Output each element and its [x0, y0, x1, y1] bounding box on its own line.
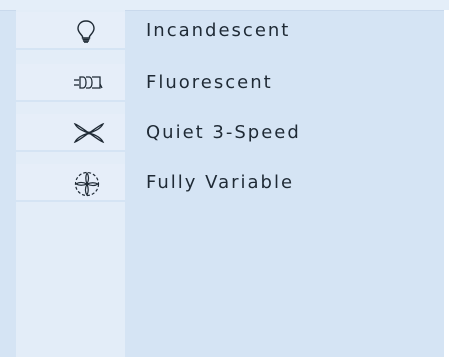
options-panel: Incandescent Fluorescent Quiet 3-Speed F…: [0, 0, 449, 357]
option-label: Incandescent: [146, 20, 291, 41]
option-quiet-3-speed[interactable]: Quiet 3-Speed: [16, 114, 444, 152]
icon-cell: [16, 64, 125, 102]
option-label: Quiet 3-Speed: [146, 122, 301, 143]
option-label: Fluorescent: [146, 72, 273, 93]
option-incandescent[interactable]: Incandescent: [16, 12, 444, 50]
light-bulb-icon: [73, 18, 99, 44]
option-fully-variable[interactable]: Fully Variable: [16, 164, 444, 202]
right-edge: [444, 10, 449, 357]
fluorescent-tube-icon: [73, 70, 103, 96]
option-label: Fully Variable: [146, 172, 295, 193]
icon-cell: [16, 114, 125, 152]
option-fluorescent[interactable]: Fluorescent: [16, 64, 444, 102]
icon-cell: [16, 164, 125, 202]
icon-cell: [16, 12, 125, 50]
fan-blades-icon: [73, 120, 105, 146]
fan-variable-icon: [73, 170, 100, 197]
